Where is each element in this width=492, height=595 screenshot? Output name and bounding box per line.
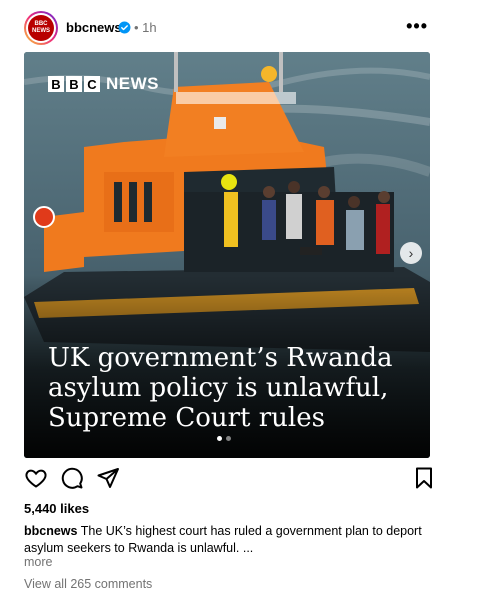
send-icon[interactable] xyxy=(96,466,120,490)
post-image[interactable]: B B C NEWS UK government’s Rwanda asylum… xyxy=(24,52,430,458)
bbc-news-brand: B B C NEWS xyxy=(48,74,159,94)
more-horizontal-icon[interactable]: ••• xyxy=(406,16,428,37)
carousel-dot xyxy=(226,436,231,441)
post-header: BBC NEWS bbcnews • 1h ••• xyxy=(24,10,436,46)
caption-author[interactable]: bbcnews xyxy=(24,524,78,538)
post-caption: bbcnews The UK’s highest court has ruled… xyxy=(24,523,424,557)
heart-icon[interactable] xyxy=(24,466,48,490)
view-comments-link[interactable]: View all 265 comments xyxy=(24,577,152,591)
avatar[interactable]: BBC NEWS xyxy=(24,11,58,45)
caption-text: The UK’s highest court has ruled a gover… xyxy=(24,524,422,555)
bookmark-icon[interactable] xyxy=(412,466,436,490)
post-actions xyxy=(24,466,436,494)
more-link[interactable]: more xyxy=(24,555,52,569)
verified-badge-icon xyxy=(118,21,131,34)
likes-count[interactable]: 5,440 likes xyxy=(24,501,89,516)
chevron-right-icon[interactable]: › xyxy=(400,242,422,264)
carousel-indicator xyxy=(217,436,231,441)
account-handle[interactable]: bbcnews xyxy=(66,20,122,35)
image-headline: UK government’s Rwanda asylum policy is … xyxy=(48,343,393,433)
bbc-news-logo: BBC NEWS xyxy=(28,15,54,41)
carousel-dot-active xyxy=(217,436,222,441)
post-time: • 1h xyxy=(134,20,157,35)
comment-icon[interactable] xyxy=(60,466,84,490)
